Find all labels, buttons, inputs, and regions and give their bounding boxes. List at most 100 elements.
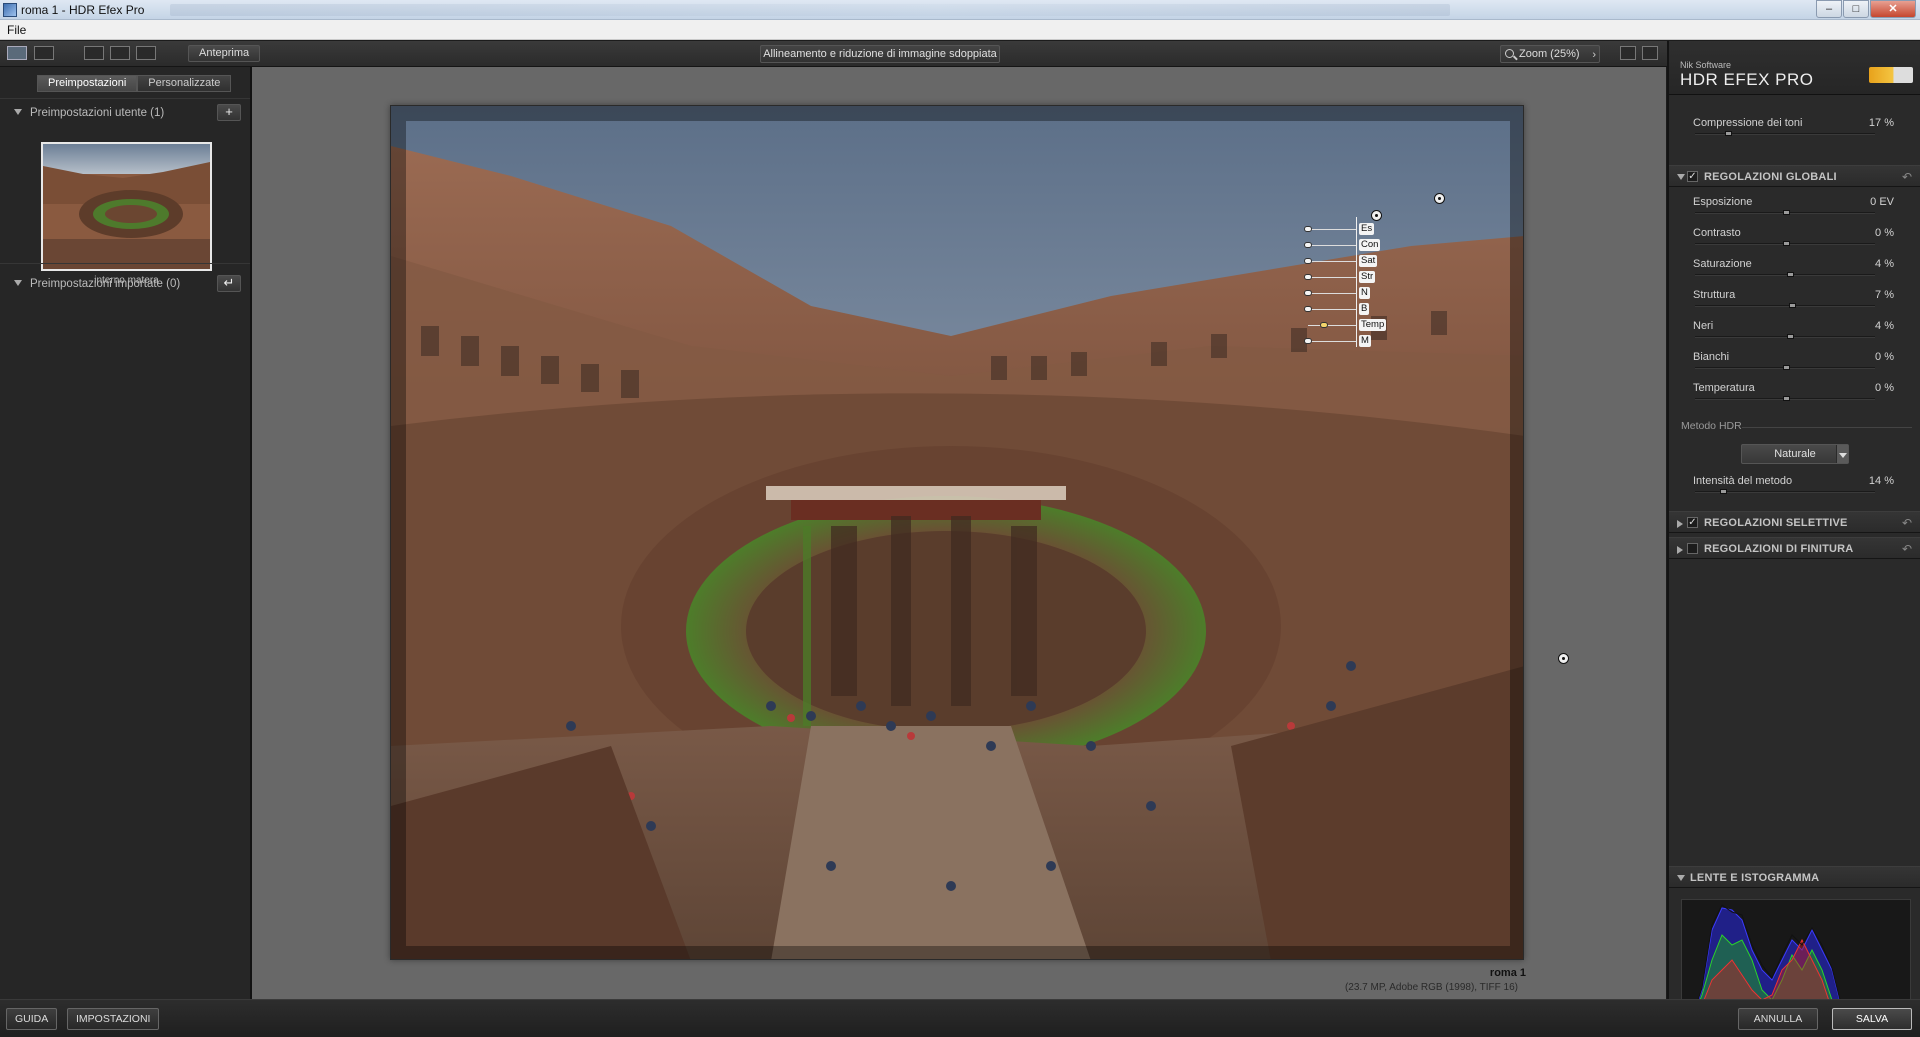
- control-point-track[interactable]: [1308, 341, 1356, 342]
- maximize-button[interactable]: □: [1843, 0, 1869, 18]
- control-point-label: M: [1359, 335, 1371, 347]
- control-point-track[interactable]: [1308, 245, 1356, 246]
- imported-presets-header[interactable]: Preimpostazioni importate (0): [14, 278, 180, 290]
- slider-thumb[interactable]: [1783, 241, 1790, 246]
- control-point-knob[interactable]: [1304, 242, 1312, 248]
- method-intensity-slider[interactable]: Intensità del metodo 14 %: [1693, 473, 1898, 497]
- control-point-knob[interactable]: [1304, 274, 1312, 280]
- triangle-down-icon: [14, 109, 22, 115]
- finishing-adjustments-header[interactable]: REGOLAZIONI DI FINITURA ↶: [1669, 537, 1920, 559]
- cancel-button[interactable]: ANNULLA: [1738, 1008, 1818, 1030]
- background-toggle-icon[interactable]: [1620, 46, 1636, 60]
- slider-thumb[interactable]: [1724, 131, 1732, 136]
- reset-icon[interactable]: ↶: [1902, 516, 1912, 530]
- selective-adjustments-checkbox[interactable]: ✓: [1687, 517, 1698, 528]
- import-preset-button[interactable]: ↵: [217, 275, 241, 292]
- preview-button[interactable]: Anteprima: [188, 45, 261, 62]
- layout-split-icon[interactable]: [110, 46, 130, 60]
- control-point-track[interactable]: [1308, 293, 1356, 294]
- panel-toggle-icon[interactable]: [1642, 46, 1658, 60]
- slider-thumb[interactable]: [1783, 365, 1790, 370]
- toolbar: Anteprima Allineamento e riduzione di im…: [0, 41, 1667, 67]
- control-point-track[interactable]: [1308, 277, 1356, 278]
- menu-file[interactable]: File: [7, 23, 26, 37]
- control-point-track[interactable]: [1308, 261, 1356, 262]
- control-point-row-m[interactable]: M: [1302, 335, 1402, 347]
- close-button[interactable]: ✕: [1870, 0, 1916, 18]
- control-point-row-str[interactable]: Str: [1302, 271, 1402, 283]
- tone-compression-slider[interactable]: Compressione dei toni 17 %: [1693, 115, 1898, 139]
- slider-thumb[interactable]: [1783, 210, 1790, 215]
- global-adjustments-checkbox[interactable]: ✓: [1687, 171, 1698, 182]
- control-point-knob[interactable]: [1304, 338, 1312, 344]
- slider-thumb[interactable]: [1786, 334, 1794, 339]
- tab-presets[interactable]: Preimpostazioni: [37, 75, 138, 92]
- control-point-label: B: [1359, 303, 1370, 315]
- slider-track[interactable]: [1695, 274, 1875, 276]
- slider-struttura[interactable]: Struttura 7 %: [1693, 287, 1898, 311]
- layout-side-by-side-icon[interactable]: [136, 46, 156, 60]
- control-point-row-b[interactable]: B: [1302, 303, 1402, 315]
- slider-saturazione[interactable]: Saturazione 4 %: [1693, 256, 1898, 280]
- zoom-control[interactable]: Zoom (25%) ›: [1500, 45, 1600, 63]
- control-point-row-es[interactable]: Es: [1302, 223, 1402, 235]
- reset-icon[interactable]: ↶: [1902, 542, 1912, 556]
- control-point-knob[interactable]: [1304, 306, 1312, 312]
- selective-adjustments-header[interactable]: ✓ REGOLAZIONI SELETTIVE ↶: [1669, 511, 1920, 533]
- menu-bar: File: [0, 20, 1920, 40]
- slider-label: Neri: [1693, 320, 1714, 332]
- single-view-icon[interactable]: [7, 46, 27, 60]
- slider-value: 4 %: [1875, 258, 1894, 270]
- save-button[interactable]: SALVA: [1832, 1008, 1912, 1030]
- control-point-label: Sat: [1359, 255, 1378, 267]
- control-point-track[interactable]: [1308, 309, 1356, 310]
- control-point-arena[interactable]: [1558, 653, 1569, 664]
- control-point-knob[interactable]: [1304, 226, 1312, 232]
- slider-bianchi[interactable]: Bianchi 0 %: [1693, 349, 1898, 373]
- guide-button[interactable]: GUIDA: [6, 1008, 58, 1030]
- layout-single-icon[interactable]: [84, 46, 104, 60]
- control-point-row-con[interactable]: Con: [1302, 239, 1402, 251]
- control-point-track[interactable]: [1308, 229, 1356, 230]
- slider-thumb[interactable]: [1789, 303, 1797, 308]
- preset-thumbnail[interactable]: [41, 142, 212, 271]
- slider-track[interactable]: [1695, 133, 1875, 135]
- control-point-row-sat[interactable]: Sat: [1302, 255, 1402, 267]
- settings-button[interactable]: IMPOSTAZIONI: [67, 1008, 160, 1030]
- control-point-knob[interactable]: [1320, 322, 1329, 328]
- user-presets-header[interactable]: Preimpostazioni utente (1): [14, 107, 164, 119]
- slider-track[interactable]: [1695, 305, 1875, 307]
- control-point-sky[interactable]: [1434, 193, 1445, 204]
- preset-thumbnail-image: [43, 144, 210, 269]
- image-info: (23.7 MP, Adobe RGB (1998), TIFF 16): [1344, 982, 1518, 993]
- control-point-knob[interactable]: [1304, 258, 1312, 264]
- browser-view-icon[interactable]: [34, 46, 54, 60]
- chevron-right-icon[interactable]: ›: [1592, 47, 1596, 63]
- finishing-adjustments-title: REGOLAZIONI DI FINITURA: [1704, 543, 1854, 555]
- add-preset-button[interactable]: +: [217, 104, 241, 121]
- slider-esposizione[interactable]: Esposizione 0 EV: [1693, 194, 1898, 218]
- slider-temperatura[interactable]: Temperatura 0 %: [1693, 380, 1898, 404]
- slider-contrasto[interactable]: Contrasto 0 %: [1693, 225, 1898, 249]
- global-adjustments-header[interactable]: ✓ REGOLAZIONI GLOBALI ↶: [1669, 165, 1920, 187]
- control-point-knob[interactable]: [1304, 290, 1312, 296]
- finishing-adjustments-checkbox[interactable]: [1687, 543, 1698, 554]
- tone-compression-value: 17 %: [1868, 117, 1894, 129]
- tab-custom[interactable]: Personalizzate: [137, 75, 232, 92]
- control-point-row-n[interactable]: N: [1302, 287, 1402, 299]
- hdr-method-dropdown[interactable]: Naturale: [1741, 444, 1849, 464]
- control-point-row-temp[interactable]: Temp: [1302, 319, 1402, 331]
- slider-thumb[interactable]: [1783, 396, 1790, 401]
- minimize-button[interactable]: –: [1816, 0, 1842, 18]
- global-adjustments-title: REGOLAZIONI GLOBALI: [1704, 171, 1837, 183]
- control-point-track[interactable]: [1308, 325, 1356, 326]
- control-point-active[interactable]: [1371, 210, 1382, 221]
- slider-thumb[interactable]: [1786, 272, 1794, 277]
- reset-icon[interactable]: ↶: [1902, 170, 1912, 184]
- ghost-reduction-button[interactable]: Allineamento e riduzione di immagine sdo…: [760, 45, 1000, 63]
- slider-thumb[interactable]: [1719, 489, 1727, 494]
- loupe-histogram-header[interactable]: LENTE E ISTOGRAMMA: [1669, 866, 1920, 888]
- triangle-right-icon: [1677, 546, 1683, 554]
- slider-track[interactable]: [1695, 336, 1875, 338]
- slider-neri[interactable]: Neri 4 %: [1693, 318, 1898, 342]
